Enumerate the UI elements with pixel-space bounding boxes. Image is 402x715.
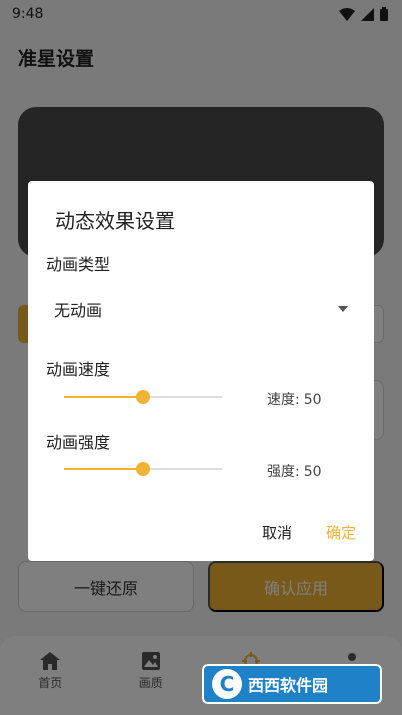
intensity-slider-fill bbox=[64, 468, 143, 470]
dialog-title: 动态效果设置 bbox=[55, 209, 175, 233]
animation-type-value: 无动画 bbox=[54, 301, 103, 320]
watermark-logo: C bbox=[212, 669, 242, 699]
animation-settings-dialog: 动态效果设置 动画类型 无动画 动画速度 速度: 50 动画强度 强度: 50 取消… bbox=[28, 181, 374, 561]
dropdown-caret-icon bbox=[338, 306, 348, 312]
intensity-slider-thumb[interactable] bbox=[136, 462, 150, 476]
animation-intensity-label: 动画强度 bbox=[46, 433, 111, 452]
animation-type-label: 动画类型 bbox=[46, 255, 111, 274]
intensity-slider[interactable] bbox=[64, 458, 222, 480]
ok-button[interactable]: 确定 bbox=[326, 522, 356, 543]
watermark: C 西西软件园 bbox=[202, 664, 382, 704]
animation-type-dropdown[interactable]: 无动画 bbox=[46, 289, 356, 329]
speed-slider-fill bbox=[64, 396, 143, 398]
intensity-value-number: 50 bbox=[303, 464, 322, 480]
speed-value: 速度: 50 bbox=[267, 389, 322, 409]
intensity-value-prefix: 强度: bbox=[267, 464, 300, 480]
dialog-actions: 取消 确定 bbox=[262, 522, 356, 543]
watermark-text: 西西软件园 bbox=[248, 676, 329, 695]
speed-slider-thumb[interactable] bbox=[136, 390, 150, 404]
speed-slider[interactable] bbox=[64, 386, 222, 408]
intensity-value: 强度: 50 bbox=[267, 461, 322, 481]
animation-speed-label: 动画速度 bbox=[46, 360, 111, 379]
speed-value-number: 50 bbox=[303, 392, 322, 408]
speed-value-prefix: 速度: bbox=[267, 392, 300, 408]
cancel-button[interactable]: 取消 bbox=[262, 522, 292, 543]
